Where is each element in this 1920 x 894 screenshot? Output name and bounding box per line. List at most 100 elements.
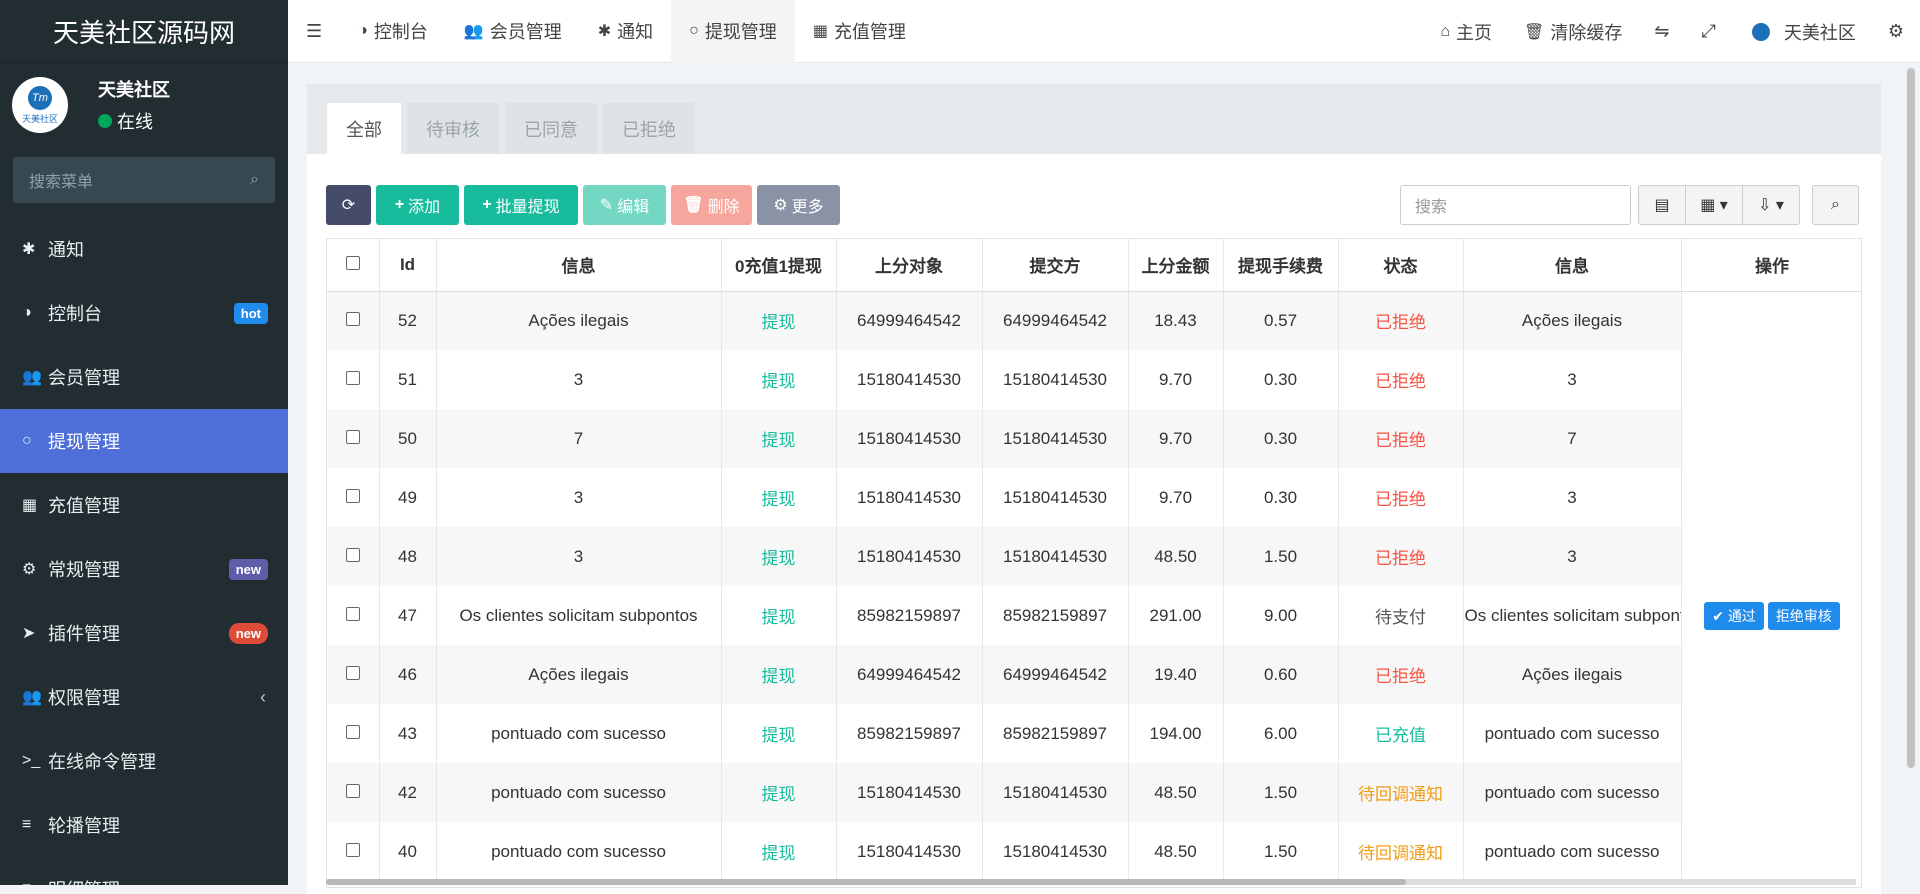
column-header[interactable]: 信息 [1463, 239, 1682, 292]
cell-status[interactable]: 已拒绝 [1338, 350, 1464, 409]
table-row[interactable]: 49 3 提现 15180414530 15180414530 9.70 0.3… [327, 468, 1861, 527]
select-all-checkbox[interactable] [327, 239, 380, 292]
cell-type[interactable]: 提现 [721, 704, 837, 763]
cell-type[interactable]: 提现 [721, 291, 837, 350]
tab-notice[interactable]: ✱ 通知 [580, 0, 671, 63]
cell-type[interactable]: 提现 [721, 763, 837, 822]
cell-type[interactable]: 提现 [721, 822, 837, 881]
tab-recharge[interactable]: ▦ 充值管理 [795, 0, 924, 63]
home-link[interactable]: ⌂ 主页 [1424, 0, 1508, 63]
table-row[interactable]: 43 pontuado com sucesso 提现 85982159897 8… [327, 704, 1861, 763]
refresh-button[interactable]: ⟳ [326, 185, 371, 225]
approve-button[interactable]: ✔ 通过 [1704, 601, 1764, 630]
cell-type[interactable]: 提现 [721, 468, 837, 527]
scrollbar-thumb[interactable] [1907, 68, 1915, 768]
column-header[interactable]: 上分对象 [836, 239, 983, 292]
scrollbar-thumb[interactable] [326, 879, 1406, 885]
cell-actions [1681, 350, 1861, 409]
cell-status[interactable]: 已拒绝 [1338, 527, 1464, 586]
row-checkbox[interactable] [327, 645, 380, 704]
table-row[interactable]: 50 7 提现 15180414530 15180414530 9.70 0.3… [327, 409, 1861, 468]
translate-icon[interactable]: ⇋ [1638, 0, 1685, 63]
tab-members[interactable]: 👥 会员管理 [446, 0, 580, 63]
more-button[interactable]: ⚙ 更多 [757, 185, 840, 225]
sidebar-item-permissions[interactable]: 👥 权限管理 ‹ [0, 665, 288, 729]
cell-status[interactable]: 已拒绝 [1338, 409, 1464, 468]
toggle-view-button[interactable]: ▤ [1638, 185, 1686, 225]
fullscreen-icon[interactable]: ⤢ [1685, 0, 1731, 63]
cell-status[interactable]: 已拒绝 [1338, 291, 1464, 350]
cell-type[interactable]: 提现 [721, 527, 837, 586]
column-header[interactable]: 提现手续费 [1223, 239, 1339, 292]
column-header[interactable]: Id [379, 239, 437, 292]
row-checkbox[interactable] [327, 291, 380, 350]
row-checkbox[interactable] [327, 763, 380, 822]
menu-toggle-icon[interactable]: ☰ [288, 0, 340, 63]
cell-status[interactable]: 待回调通知 [1338, 822, 1464, 881]
column-header[interactable]: 上分金额 [1128, 239, 1224, 292]
row-checkbox[interactable] [327, 822, 380, 881]
row-checkbox[interactable] [327, 586, 380, 645]
row-checkbox[interactable] [327, 350, 380, 409]
tab-approved[interactable]: 已同意 [505, 103, 597, 154]
cell-type[interactable]: 提现 [721, 350, 837, 409]
row-checkbox[interactable] [327, 527, 380, 586]
search-icon[interactable]: ⌕ [250, 171, 259, 189]
sidebar-item-notice[interactable]: ✱ 通知 [0, 217, 288, 281]
batch-withdraw-button[interactable]: + 批量提现 [464, 185, 578, 225]
table-row[interactable]: 48 3 提现 15180414530 15180414530 48.50 1.… [327, 527, 1861, 586]
tab-withdraw[interactable]: ○ 提现管理 [671, 0, 795, 63]
cell-status[interactable]: 待回调通知 [1338, 763, 1464, 822]
cell-type[interactable]: 提现 [721, 409, 837, 468]
table-horizontal-scrollbar[interactable] [326, 879, 1856, 885]
tab-dashboard[interactable]: ◑ 控制台 [340, 0, 446, 63]
row-checkbox[interactable] [327, 704, 380, 763]
sidebar-item-carousel[interactable]: ≡ 轮播管理 [0, 793, 288, 857]
sidebar-item-details[interactable]: ≡ 明细管理 [0, 857, 288, 885]
content-panel: 全部 待审核 已同意 已拒绝 ⟳ + 添加 + 批量提现 ✎ 编辑 🗑 删除 ⚙ 更多 搜… [307, 84, 1881, 894]
cell-type[interactable]: 提现 [721, 645, 837, 704]
edit-button[interactable]: ✎ 编辑 [583, 185, 666, 225]
cell-status[interactable]: 待支付 [1338, 586, 1464, 645]
column-header[interactable]: 状态 [1338, 239, 1464, 292]
table-row[interactable]: 51 3 提现 15180414530 15180414530 9.70 0.3… [327, 350, 1861, 409]
sidebar-item-general[interactable]: ⚙ 常规管理 new [0, 537, 288, 601]
row-checkbox[interactable] [327, 409, 380, 468]
brand-logo[interactable]: 天美社区源码网 [0, 0, 288, 63]
delete-button[interactable]: 🗑 删除 [671, 185, 752, 225]
settings-gear-icon[interactable]: ⚙ [1872, 0, 1920, 63]
tab-rejected[interactable]: 已拒绝 [603, 103, 695, 154]
columns-button[interactable]: ▦ ▾ [1685, 185, 1743, 225]
row-checkbox[interactable] [327, 468, 380, 527]
plus-icon: + [394, 196, 405, 213]
column-header[interactable]: 信息 [436, 239, 722, 292]
advanced-search-button[interactable]: ⌕ [1812, 185, 1859, 225]
sidebar-item-members[interactable]: 👥 会员管理 [0, 345, 288, 409]
sidebar-item-plugins[interactable]: ➤ 插件管理 new [0, 601, 288, 665]
menu-search-input[interactable]: 搜索菜单 ⌕ [13, 157, 275, 203]
tab-all[interactable]: 全部 [327, 103, 401, 154]
cell-status[interactable]: 已充值 [1338, 704, 1464, 763]
column-header[interactable]: 0充值1提现 [721, 239, 837, 292]
table-row[interactable]: 47 Os clientes solicitam subpontos 提现 85… [327, 586, 1861, 645]
tab-pending[interactable]: 待审核 [407, 103, 499, 154]
user-menu[interactable]: 天美社区 [1732, 0, 1872, 63]
table-row[interactable]: 42 pontuado com sucesso 提现 15180414530 1… [327, 763, 1861, 822]
clear-cache-button[interactable]: 🗑 清除缓存 [1508, 0, 1638, 63]
column-header[interactable]: 提交方 [982, 239, 1129, 292]
cell-type[interactable]: 提现 [721, 586, 837, 645]
cell-status[interactable]: 已拒绝 [1338, 645, 1464, 704]
sidebar-item-dashboard[interactable]: ◑ 控制台 hot [0, 281, 288, 345]
table-search-input[interactable]: 搜索 [1400, 185, 1631, 225]
table-row[interactable]: 52 Ações ilegais 提现 64999464542 64999464… [327, 291, 1861, 350]
reject-button[interactable]: 拒绝审核 [1767, 601, 1840, 630]
sidebar-item-command[interactable]: >_ 在线命令管理 [0, 729, 288, 793]
sidebar-item-withdraw[interactable]: ○ 提现管理 [0, 409, 288, 473]
table-row[interactable]: 40 pontuado com sucesso 提现 15180414530 1… [327, 822, 1861, 881]
table-row[interactable]: 46 Ações ilegais 提现 64999464542 64999464… [327, 645, 1861, 704]
sidebar-item-recharge[interactable]: ▦ 充值管理 [0, 473, 288, 537]
cell-status[interactable]: 已拒绝 [1338, 468, 1464, 527]
export-button[interactable]: ⇩ ▾ [1742, 185, 1800, 225]
add-button[interactable]: + 添加 [376, 185, 459, 225]
page-scrollbar[interactable] [1906, 68, 1916, 768]
